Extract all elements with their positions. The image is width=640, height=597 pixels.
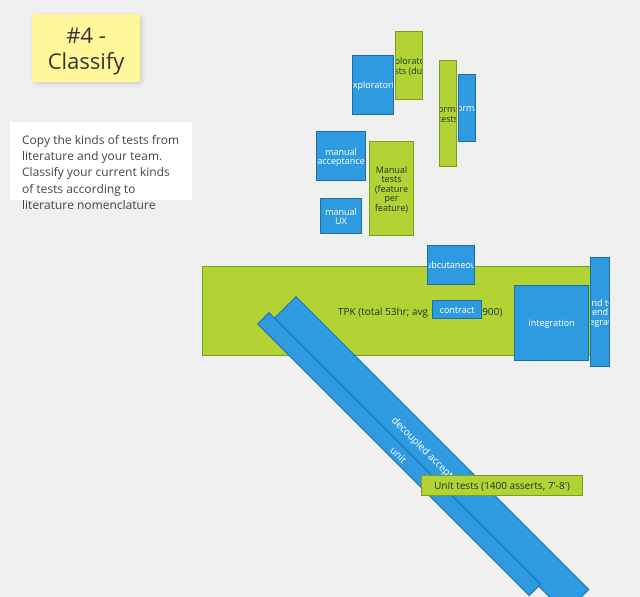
box-subcutaneous-label: subcutaneous <box>427 260 475 269</box>
box-contract[interactable]: contract <box>432 300 482 319</box>
box-manual-ux-label: manual UX <box>323 207 359 226</box>
box-end-to-end-label: end to end integrated <box>590 298 610 326</box>
box-subcutaneous[interactable]: subcutaneous <box>427 245 475 285</box>
box-manual-acceptance-label: manual acceptance <box>317 147 364 166</box>
box-manual-acceptance[interactable]: manual acceptance <box>316 131 366 181</box>
box-integration[interactable]: integration <box>514 285 589 361</box>
box-contract-label: contract <box>440 305 475 314</box>
box-performance-tests-label: Performance tests <box>439 104 457 123</box>
box-performance-label: Performance <box>458 103 476 112</box>
box-unit-tests[interactable]: Unit tests (1400 asserts, 7'-8') <box>421 475 583 496</box>
note-description[interactable]: Copy the kinds of tests from literature … <box>10 122 192 200</box>
diagram-canvas: #4 - Classify Copy the kinds of tests fr… <box>0 0 640 597</box>
box-integration-label: integration <box>528 318 574 327</box>
box-end-to-end[interactable]: end to end integrated <box>590 257 610 367</box>
box-performance[interactable]: Performance <box>458 74 476 142</box>
box-exploratoric-label: exploratoric <box>352 80 394 89</box>
box-performance-tests[interactable]: Performance tests <box>439 60 457 167</box>
sticky-title-text: #4 - Classify <box>48 20 125 76</box>
box-exploratory-tests[interactable]: Exploratory tests (du…) <box>395 31 423 100</box>
box-unit-tests-label: Unit tests (1400 asserts, 7'-8') <box>434 480 570 491</box>
box-exploratory-tests-label: Exploratory tests (du…) <box>395 56 423 75</box>
box-manual-tests-label: Manual tests (feature per feature) <box>372 165 411 212</box>
box-manual-ux[interactable]: manual UX <box>320 198 362 234</box>
sticky-title[interactable]: #4 - Classify <box>32 14 140 82</box>
box-manual-tests[interactable]: Manual tests (feature per feature) <box>369 141 414 236</box>
note-description-text: Copy the kinds of tests from literature … <box>22 131 179 213</box>
box-exploratoric[interactable]: exploratoric <box>352 55 394 115</box>
